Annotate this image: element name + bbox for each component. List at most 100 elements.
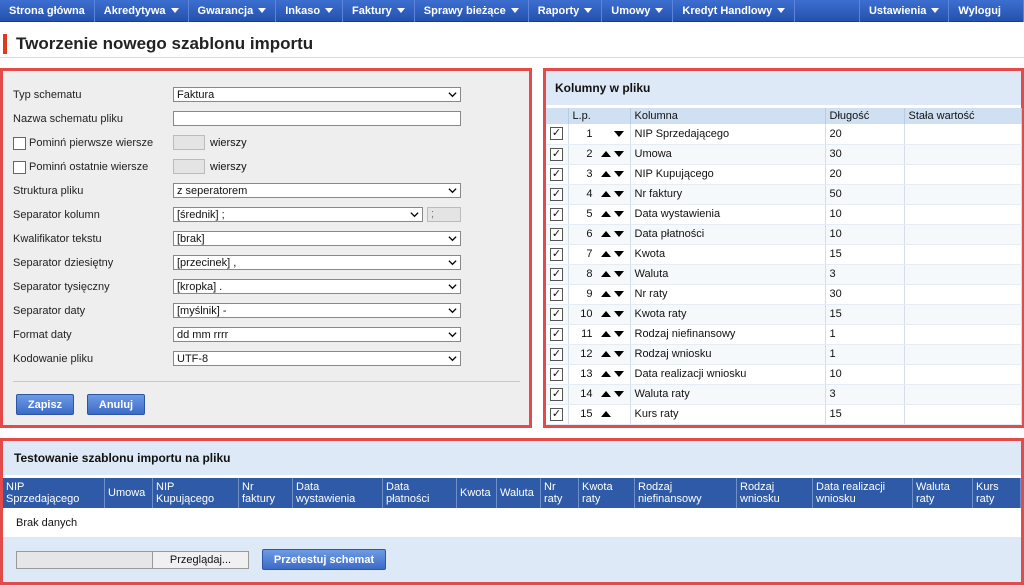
include-checkbox[interactable]: ✓ bbox=[550, 287, 563, 301]
row-length[interactable]: 20 bbox=[825, 124, 905, 145]
cancel-button[interactable]: Anuluj bbox=[87, 394, 145, 415]
nazwa-input[interactable] bbox=[173, 111, 461, 126]
row-length[interactable]: 10 bbox=[825, 204, 905, 225]
sep-kol-select[interactable]: [średnik] ; bbox=[173, 207, 423, 222]
include-checkbox[interactable]: ✓ bbox=[550, 367, 563, 381]
move-down-icon[interactable] bbox=[613, 251, 624, 257]
nav-logout[interactable]: Wyloguj bbox=[949, 0, 1024, 22]
move-up-icon[interactable] bbox=[600, 251, 611, 257]
nav-akredytywa[interactable]: Akredytywa bbox=[95, 0, 189, 22]
test-schema-button[interactable]: Przetestuj schemat bbox=[262, 549, 386, 570]
row-const[interactable] bbox=[904, 364, 1022, 385]
row-const[interactable] bbox=[904, 384, 1022, 405]
include-checkbox[interactable]: ✓ bbox=[550, 227, 563, 241]
file-path-field[interactable] bbox=[17, 552, 153, 568]
row-length[interactable]: 1 bbox=[825, 344, 905, 365]
pomin-first-checkbox[interactable] bbox=[13, 136, 26, 150]
move-down-icon[interactable] bbox=[613, 231, 624, 237]
pomin-last-checkbox[interactable] bbox=[13, 160, 26, 174]
nav-home[interactable]: Strona główna bbox=[0, 0, 95, 22]
include-checkbox[interactable]: ✓ bbox=[550, 247, 563, 261]
row-const[interactable] bbox=[904, 164, 1022, 185]
sep-kol-custom-input[interactable]: ; bbox=[427, 207, 461, 222]
include-checkbox[interactable]: ✓ bbox=[550, 387, 563, 401]
move-down-icon[interactable] bbox=[613, 391, 624, 397]
row-const[interactable] bbox=[904, 224, 1022, 245]
row-const[interactable] bbox=[904, 144, 1022, 165]
pomin-last-input[interactable] bbox=[173, 159, 205, 174]
row-const[interactable] bbox=[904, 204, 1022, 225]
row-const[interactable] bbox=[904, 284, 1022, 305]
move-up-icon[interactable] bbox=[600, 291, 611, 297]
row-length[interactable]: 10 bbox=[825, 364, 905, 385]
row-const[interactable] bbox=[904, 124, 1022, 145]
row-length[interactable]: 50 bbox=[825, 184, 905, 205]
nav-raporty[interactable]: Raporty bbox=[529, 0, 603, 22]
move-up-icon[interactable] bbox=[600, 371, 611, 377]
row-length[interactable]: 30 bbox=[825, 144, 905, 165]
kod-select[interactable]: UTF-8 bbox=[173, 351, 461, 366]
include-checkbox[interactable]: ✓ bbox=[550, 167, 563, 181]
row-length[interactable]: 1 bbox=[825, 324, 905, 345]
move-up-icon[interactable] bbox=[600, 231, 611, 237]
nav-settings[interactable]: Ustawienia bbox=[858, 0, 950, 22]
move-down-icon[interactable] bbox=[613, 311, 624, 317]
move-down-icon[interactable] bbox=[613, 291, 624, 297]
move-down-icon[interactable] bbox=[613, 331, 624, 337]
row-length[interactable]: 15 bbox=[825, 404, 905, 425]
move-up-icon[interactable] bbox=[600, 191, 611, 197]
sep-tys-select[interactable]: [kropka] . bbox=[173, 279, 461, 294]
move-down-icon[interactable] bbox=[613, 191, 624, 197]
sep-dzies-select[interactable]: [przecinek] , bbox=[173, 255, 461, 270]
include-checkbox[interactable]: ✓ bbox=[550, 187, 563, 201]
row-const[interactable] bbox=[904, 264, 1022, 285]
move-down-icon[interactable] bbox=[613, 151, 624, 157]
nav-inkaso[interactable]: Inkaso bbox=[276, 0, 344, 22]
include-checkbox[interactable]: ✓ bbox=[550, 327, 563, 341]
move-up-icon[interactable] bbox=[600, 151, 611, 157]
save-button[interactable]: Zapisz bbox=[16, 394, 74, 415]
include-checkbox[interactable]: ✓ bbox=[550, 207, 563, 221]
move-up-icon[interactable] bbox=[600, 391, 611, 397]
move-up-icon[interactable] bbox=[600, 171, 611, 177]
nav-sprawy[interactable]: Sprawy bieżące bbox=[415, 0, 529, 22]
kwal-select[interactable]: [brak] bbox=[173, 231, 461, 246]
move-up-icon[interactable] bbox=[600, 311, 611, 317]
move-up-icon[interactable] bbox=[600, 411, 611, 417]
row-const[interactable] bbox=[904, 244, 1022, 265]
move-up-icon[interactable] bbox=[600, 331, 611, 337]
nav-faktury[interactable]: Faktury bbox=[343, 0, 415, 22]
nav-gwarancja[interactable]: Gwarancja bbox=[189, 0, 277, 22]
row-length[interactable]: 15 bbox=[825, 304, 905, 325]
nav-kredyt[interactable]: Kredyt Handlowy bbox=[673, 0, 796, 22]
move-down-icon[interactable] bbox=[613, 271, 624, 277]
include-checkbox[interactable]: ✓ bbox=[550, 127, 563, 141]
include-checkbox[interactable]: ✓ bbox=[550, 347, 563, 361]
include-checkbox[interactable]: ✓ bbox=[550, 407, 563, 421]
row-length[interactable]: 3 bbox=[825, 384, 905, 405]
include-checkbox[interactable]: ✓ bbox=[550, 267, 563, 281]
row-const[interactable] bbox=[904, 304, 1022, 325]
typ-select[interactable]: Faktura bbox=[173, 87, 461, 102]
move-up-icon[interactable] bbox=[600, 351, 611, 357]
browse-button[interactable]: Przeglądaj... bbox=[153, 552, 248, 568]
move-down-icon[interactable] bbox=[613, 371, 624, 377]
move-down-icon[interactable] bbox=[613, 130, 624, 137]
row-const[interactable] bbox=[904, 344, 1022, 365]
file-input[interactable]: Przeglądaj... bbox=[16, 551, 249, 569]
struktura-select[interactable]: z seperatorem bbox=[173, 183, 461, 198]
include-checkbox[interactable]: ✓ bbox=[550, 147, 563, 161]
move-up-icon[interactable] bbox=[600, 271, 611, 277]
nav-umowy[interactable]: Umowy bbox=[602, 0, 674, 22]
row-const[interactable] bbox=[904, 184, 1022, 205]
sep-daty-select[interactable]: [myślnik] - bbox=[173, 303, 461, 318]
move-down-icon[interactable] bbox=[613, 351, 624, 357]
include-checkbox[interactable]: ✓ bbox=[550, 307, 563, 321]
row-const[interactable] bbox=[904, 324, 1022, 345]
move-down-icon[interactable] bbox=[613, 211, 624, 217]
row-length[interactable]: 30 bbox=[825, 284, 905, 305]
row-length[interactable]: 20 bbox=[825, 164, 905, 185]
row-length[interactable]: 10 bbox=[825, 224, 905, 245]
row-const[interactable] bbox=[904, 404, 1022, 425]
format-select[interactable]: dd mm rrrr bbox=[173, 327, 461, 342]
